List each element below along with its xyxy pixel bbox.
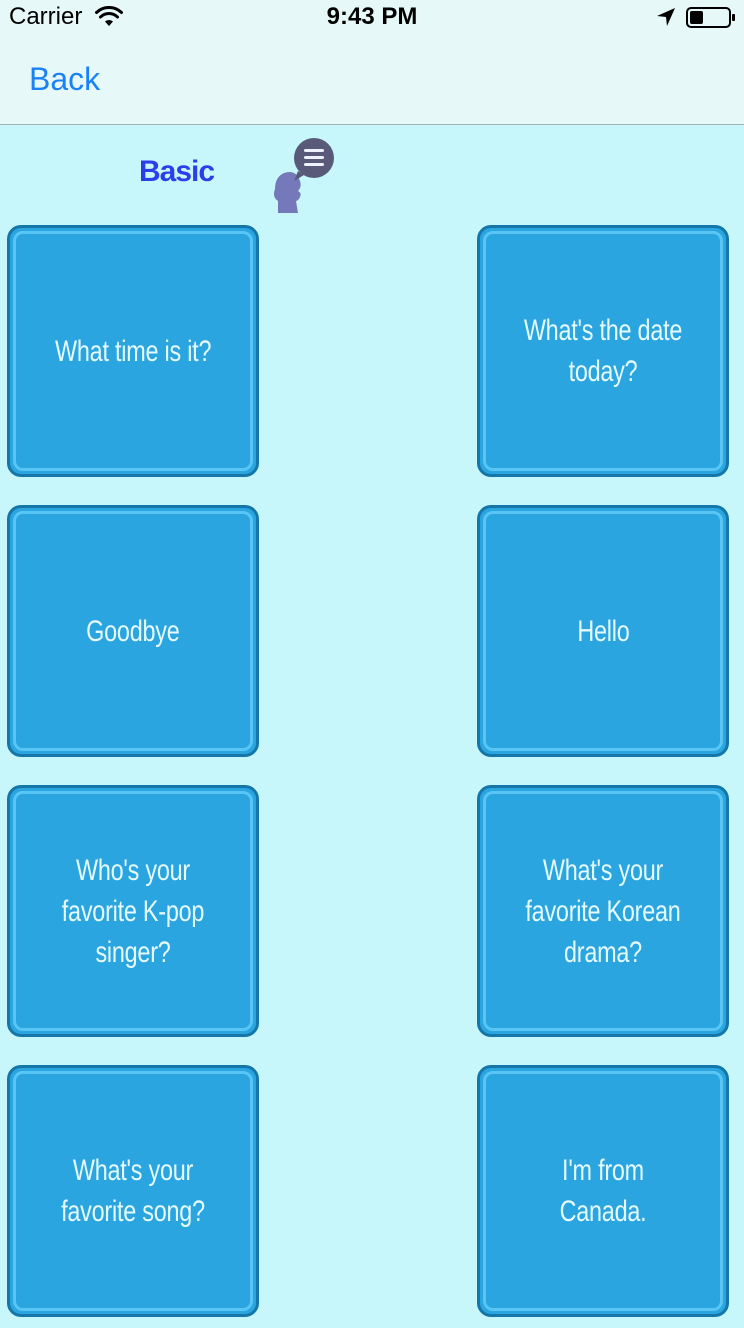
status-bar: Carrier 9:43 PM	[0, 0, 744, 36]
phrase-card[interactable]: I'm from Canada.	[477, 1065, 729, 1317]
card-frame: Hello	[483, 511, 723, 751]
phrase-label: What's the date today?	[523, 314, 683, 388]
phrase-label: Who's your favorite K-pop singer?	[61, 853, 205, 969]
phrase-label: I'm from Canada.	[559, 1154, 647, 1228]
phrase-card[interactable]: Who's your favorite K-pop singer?	[7, 785, 259, 1037]
card-frame: What's your favorite song?	[13, 1071, 253, 1311]
status-time: 9:43 PM	[326, 3, 418, 30]
phrase-card[interactable]: What's your favorite song?	[7, 1065, 259, 1317]
navigation-bar: Carrier 9:43 PM Back	[0, 0, 744, 125]
phrase-card[interactable]: Hello	[477, 505, 729, 757]
phrase-card[interactable]: Goodbye	[7, 505, 259, 757]
card-frame: Who's your favorite K-pop singer?	[13, 791, 253, 1031]
phrase-label: What time is it?	[54, 334, 212, 368]
phrase-label: Hello	[576, 614, 630, 648]
card-frame: What's the date today?	[483, 231, 723, 471]
category-title: Basic	[139, 155, 215, 188]
phrase-card[interactable]: What's the date today?	[477, 225, 729, 477]
phrase-label: What's your favorite song?	[61, 1154, 205, 1228]
phrase-label: Goodbye	[86, 614, 180, 648]
phrase-card[interactable]: What's your favorite Korean drama?	[477, 785, 729, 1037]
location-arrow-icon	[657, 8, 675, 26]
card-frame: What's your favorite Korean drama?	[483, 791, 723, 1031]
phrase-label: What's your favorite Korean drama?	[525, 853, 681, 969]
card-frame: Goodbye	[13, 511, 253, 751]
battery-icon	[686, 7, 735, 28]
card-frame: I'm from Canada.	[483, 1071, 723, 1311]
speaking-head-menu-icon[interactable]	[268, 131, 340, 217]
back-button[interactable]: Back	[29, 61, 100, 98]
card-frame: What time is it?	[13, 231, 253, 471]
phrase-card[interactable]: What time is it?	[7, 225, 259, 477]
